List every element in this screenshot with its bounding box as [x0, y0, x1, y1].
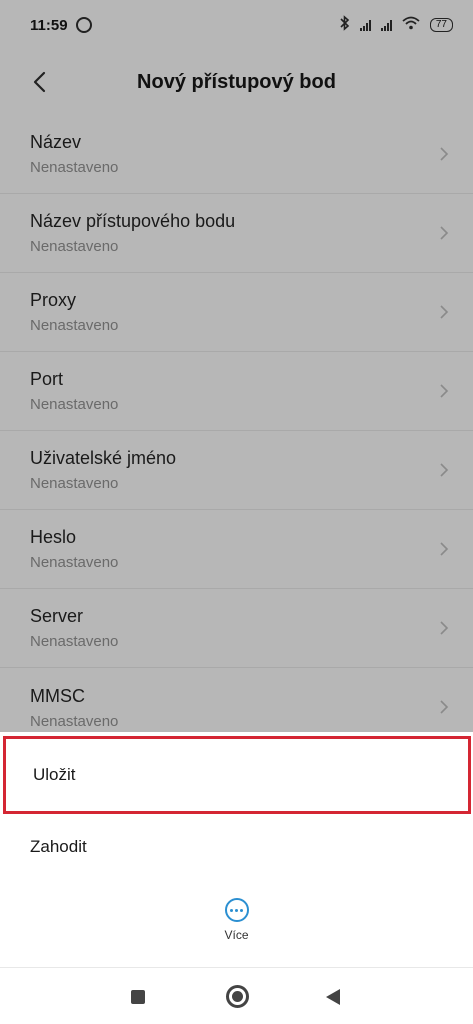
setting-label: Port	[30, 369, 64, 389]
chevron-right-icon	[440, 542, 449, 556]
setting-value: Nenastaveno	[30, 317, 119, 334]
status-bar: 11:59 77	[0, 0, 473, 50]
more-options-icon	[224, 898, 249, 922]
setting-label: Heslo	[30, 527, 77, 547]
chevron-right-icon	[440, 147, 449, 161]
setting-value: Nenastaveno	[30, 712, 119, 730]
setting-label: MMSC	[30, 685, 85, 706]
setting-item-name[interactable]: Název Nenastaveno	[0, 115, 473, 194]
alarm-icon	[75, 17, 92, 33]
chevron-right-icon	[440, 463, 449, 477]
nav-back-icon[interactable]	[326, 989, 340, 1005]
setting-item-password[interactable]: Heslo Nenastaveno	[0, 510, 473, 589]
setting-value: Nenastaveno	[30, 238, 119, 255]
wifi-icon	[402, 16, 420, 34]
home-icon[interactable]	[226, 985, 249, 1008]
setting-item-port[interactable]: Port Nenastaveno	[0, 352, 473, 431]
chevron-right-icon	[440, 384, 449, 398]
setting-label: Proxy	[30, 290, 77, 310]
discard-button[interactable]: Zahodit	[0, 816, 473, 878]
setting-item-apn[interactable]: Název přístupového bodu Nenastaveno	[0, 194, 473, 273]
page-title: Nový přístupový bod	[137, 71, 336, 93]
signal-icon-2	[380, 19, 392, 31]
chevron-right-icon	[440, 226, 449, 240]
status-time: 11:59	[30, 16, 68, 34]
setting-value: Nenastaveno	[30, 554, 119, 571]
setting-label: Uživatelské jméno	[30, 448, 177, 468]
chevron-right-icon	[440, 305, 449, 319]
back-arrow-icon[interactable]	[30, 70, 52, 94]
status-icons: 77	[340, 15, 453, 35]
setting-item-username[interactable]: Uživatelské jméno Nenastaveno	[0, 431, 473, 510]
signal-icon	[359, 19, 371, 31]
setting-value: Nenastaveno	[30, 396, 119, 413]
setting-value: Nenastaveno	[30, 159, 119, 176]
navigation-bar	[0, 967, 473, 1024]
battery-icon: 77	[429, 18, 453, 32]
app-bar: Nový přístupový bod	[0, 50, 473, 115]
save-button[interactable]: Uložit	[3, 736, 471, 814]
setting-label: Server	[30, 606, 84, 626]
setting-label: Název přístupového bodu	[30, 211, 236, 231]
setting-value: Nenastaveno	[30, 633, 119, 650]
setting-item-server[interactable]: Server Nenastaveno	[0, 589, 473, 668]
more-label: Více	[224, 928, 249, 942]
chevron-right-icon	[440, 621, 449, 635]
chevron-right-icon	[440, 700, 449, 714]
setting-value: Nenastaveno	[30, 475, 119, 492]
bluetooth-icon	[340, 15, 350, 35]
more-button[interactable]: Více	[0, 898, 473, 942]
settings-list: Název Nenastaveno Název přístupového bod…	[0, 115, 473, 747]
setting-label: Název	[30, 132, 82, 152]
setting-item-proxy[interactable]: Proxy Nenastaveno	[0, 273, 473, 352]
recents-icon[interactable]	[131, 990, 145, 1004]
